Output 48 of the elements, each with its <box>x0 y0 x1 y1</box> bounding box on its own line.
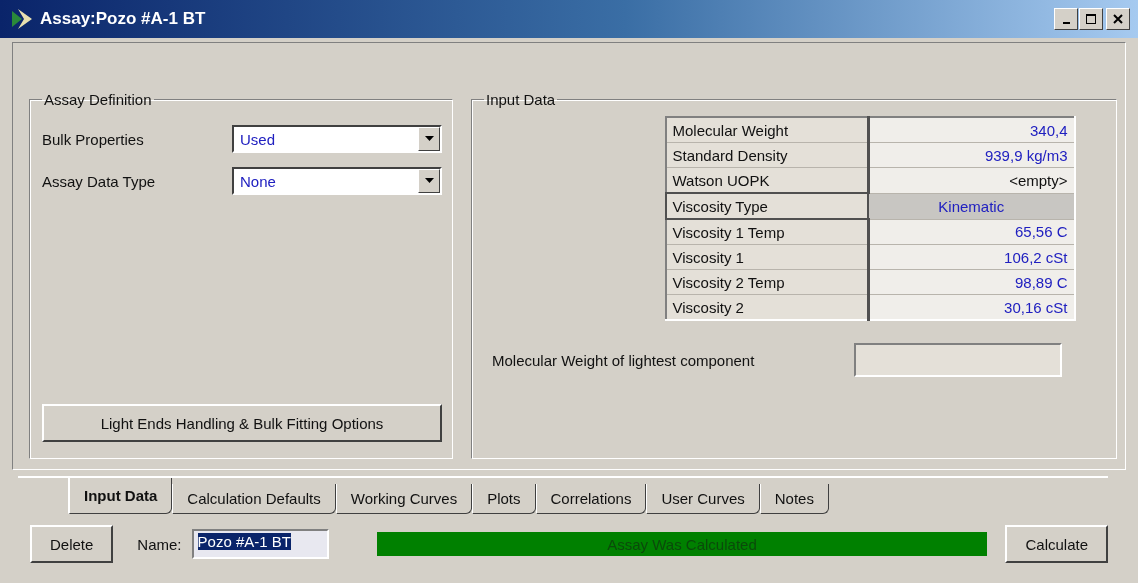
field-label: Name: <box>137 535 182 553</box>
property-label: Watson UOPK <box>665 167 868 193</box>
window-title: Assay:Pozo #A-1 BT <box>40 9 207 29</box>
tab[interactable]: Input Data <box>68 478 173 514</box>
tab[interactable]: Working Curves <box>335 484 473 514</box>
maximize-button[interactable] <box>1079 8 1103 30</box>
name-field[interactable]: Pozo #A-1 BT <box>191 529 329 559</box>
calculate-button[interactable]: Calculate <box>1005 525 1108 563</box>
property-value[interactable]: Kinematic <box>868 193 1075 219</box>
group-title: Input Data <box>485 91 557 108</box>
property-value[interactable]: 30,16 cSt <box>868 294 1075 320</box>
field-label: Bulk Properties <box>42 130 145 148</box>
field-label: Molecular Weight of lightest component <box>492 351 756 369</box>
close-icon <box>1112 13 1124 25</box>
property-value[interactable]: 939,9 kg/m3 <box>868 142 1075 168</box>
dropdown[interactable]: None <box>232 167 442 195</box>
minimize-icon <box>1062 22 1070 24</box>
tab[interactable]: Correlations <box>535 484 647 514</box>
app-icon <box>10 7 34 31</box>
property-label: Viscosity Type <box>665 193 868 219</box>
close-button[interactable] <box>1106 8 1130 30</box>
maximize-icon <box>1085 13 1097 25</box>
property-value[interactable]: <empty> <box>868 167 1075 193</box>
property-value[interactable]: 98,89 C <box>868 269 1075 295</box>
property-label: Viscosity 2 <box>665 294 868 320</box>
dropdown-arrow-button[interactable] <box>418 169 440 193</box>
tab[interactable]: Calculation Defaults <box>172 484 336 514</box>
property-label: Viscosity 1 Temp <box>665 219 868 245</box>
property-value[interactable]: 340,4 <box>868 117 1075 143</box>
caret-icon <box>424 136 434 142</box>
options-button[interactable]: Light Ends Handling & Bulk Fitting Options <box>42 404 442 442</box>
caret-icon <box>424 178 434 184</box>
property-label: Molecular Weight <box>665 117 868 143</box>
minimize-button[interactable] <box>1054 8 1078 30</box>
input-field[interactable] <box>854 343 1062 377</box>
tab[interactable]: Plots <box>472 484 536 514</box>
group-title: Assay Definition <box>43 91 153 108</box>
property-label: Viscosity 1 <box>665 244 868 270</box>
tab[interactable]: Notes <box>759 484 829 514</box>
dropdown-arrow-button[interactable] <box>418 127 440 151</box>
dropdown[interactable]: Used <box>232 125 442 153</box>
tab[interactable]: User Curves <box>646 484 760 514</box>
field-label: Assay Data Type <box>42 172 157 190</box>
property-label: Standard Density <box>665 142 868 168</box>
property-label: Viscosity 2 Temp <box>665 269 868 295</box>
property-value[interactable]: 65,56 C <box>868 219 1075 245</box>
delete-button[interactable]: Delete <box>30 525 114 563</box>
property-value[interactable]: 106,2 cSt <box>868 244 1075 270</box>
